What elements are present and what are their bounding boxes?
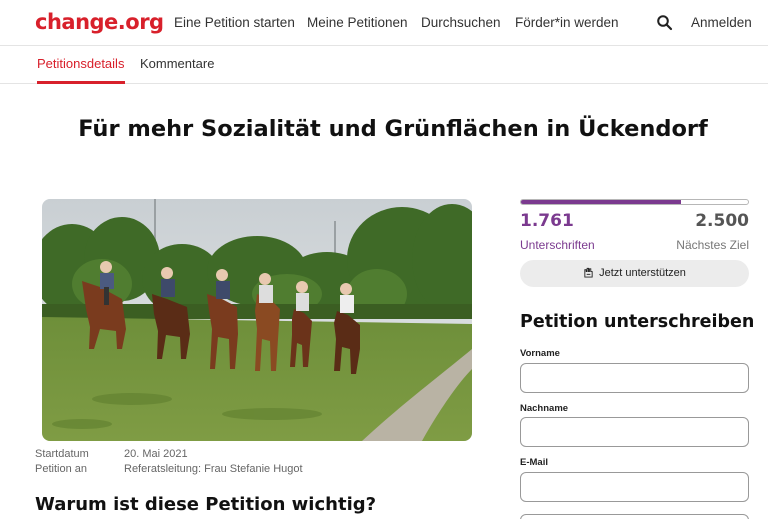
support-hand-icon — [584, 267, 593, 278]
email-label: E-Mail — [520, 457, 548, 468]
start-date-value: 20. Mai 2021 — [124, 448, 188, 460]
login-link[interactable]: Anmelden — [691, 15, 752, 30]
petition-target-value: Referatsleitung: Frau Stefanie Hugot — [124, 463, 303, 475]
sign-petition-heading: Petition unterschreiben — [520, 312, 755, 332]
start-date-label: Startdatum — [35, 448, 89, 460]
petition-tabs: Petitionsdetails Kommentare — [0, 46, 768, 84]
signature-progress-fill — [521, 200, 681, 204]
first-name-label: Vorname — [520, 348, 560, 359]
support-now-label: Jetzt unterstützen — [599, 267, 686, 279]
email-field[interactable] — [520, 472, 749, 502]
top-navigation: change.org Eine Petition starten Meine P… — [0, 0, 768, 46]
nav-start-petition[interactable]: Eine Petition starten — [174, 15, 295, 30]
why-important-heading: Warum ist diese Petition wichtig? — [35, 494, 377, 515]
first-name-field[interactable] — [520, 363, 749, 393]
nav-become-member[interactable]: Förder*in werden — [515, 15, 619, 30]
nav-my-petitions[interactable]: Meine Petitionen — [307, 15, 408, 30]
last-name-label: Nachname — [520, 403, 569, 414]
signature-count-label: Unterschriften — [520, 238, 595, 252]
tab-comments[interactable]: Kommentare — [140, 56, 214, 71]
support-now-button[interactable]: Jetzt unterstützen — [520, 260, 749, 287]
next-form-field[interactable] — [520, 514, 749, 519]
petition-photo — [42, 199, 472, 441]
riders-photo-illustration — [42, 199, 472, 441]
signature-goal: 2.500 — [695, 211, 749, 231]
signature-goal-label: Nächstes Ziel — [676, 238, 749, 252]
signature-count: 1.761 — [520, 211, 574, 231]
active-tab-indicator — [37, 81, 125, 84]
petition-title: Für mehr Sozialität und Grünflächen in Ü… — [78, 116, 708, 142]
tab-petition-details[interactable]: Petitionsdetails — [37, 56, 124, 71]
change-org-logo[interactable]: change.org — [35, 10, 164, 34]
last-name-field[interactable] — [520, 417, 749, 447]
search-icon[interactable] — [656, 14, 673, 31]
nav-browse[interactable]: Durchsuchen — [421, 15, 501, 30]
signature-progress-bar — [520, 199, 749, 205]
petition-target-label: Petition an — [35, 463, 87, 475]
